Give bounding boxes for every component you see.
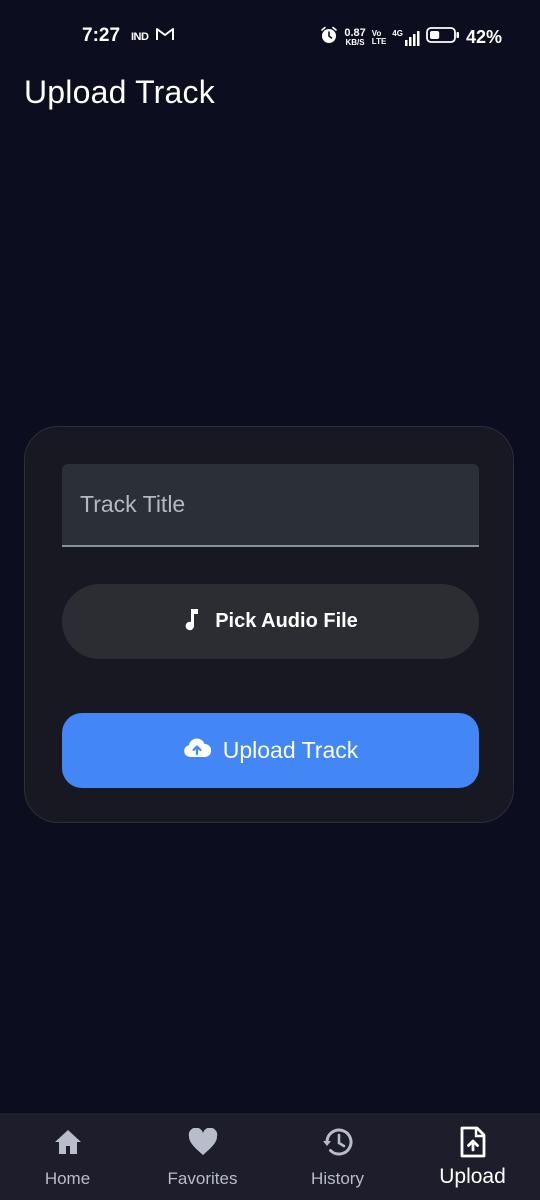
pick-audio-file-button[interactable]: Pick Audio File (62, 584, 479, 659)
net-speed-value: 0.87 (344, 26, 366, 39)
upload-track-label: Upload Track (222, 737, 359, 763)
pick-audio-file-label: Pick Audio File (215, 610, 358, 632)
cloud-upload-icon (183, 737, 211, 764)
status-right-icons: 0.87 KB/S Vo LTE 4G 42% (320, 26, 502, 49)
nav-label-history: History (311, 1169, 364, 1188)
track-title-input[interactable] (62, 464, 479, 545)
heart-icon (186, 1125, 220, 1159)
net-speed-unit: KB/S (345, 37, 365, 47)
nav-item-upload[interactable]: Upload (405, 1113, 540, 1200)
page-title: Upload Track (24, 74, 215, 110)
battery-icon (426, 26, 460, 49)
carrier-label: IND (131, 30, 149, 43)
nav-item-favorites[interactable]: Favorites (135, 1113, 270, 1200)
nav-label-favorites: Favorites (167, 1169, 238, 1188)
battery-percent: 42% (465, 27, 502, 47)
bottom-nav: Home Favorites History Upload (0, 1113, 540, 1200)
nav-item-history[interactable]: History (270, 1113, 405, 1200)
file-upload-icon (456, 1125, 490, 1159)
status-time: 7:27 (82, 25, 121, 46)
network-type: 4G (392, 28, 403, 38)
nav-label-home: Home (44, 1169, 91, 1188)
upload-card: Pick Audio File Upload Track (24, 426, 514, 823)
net-speed: 0.87 KB/S (344, 26, 366, 47)
nav-label-upload: Upload (439, 1165, 506, 1188)
music-note-icon (183, 607, 201, 637)
gmail-icon (156, 27, 175, 46)
nav-item-home[interactable]: Home (0, 1113, 135, 1200)
alarm-icon (320, 26, 338, 49)
home-icon (51, 1125, 85, 1159)
volte-bottom: LTE (371, 36, 387, 46)
upload-track-button[interactable]: Upload Track (62, 713, 479, 788)
track-title-field[interactable] (62, 464, 479, 547)
status-left-icons: IND (131, 27, 175, 46)
signal-icon: 4G (392, 28, 420, 46)
volte-indicator: Vo LTE (371, 29, 387, 46)
status-bar: 7:27 IND 0.87 KB/S Vo LTE 4G 42% (0, 0, 540, 72)
history-icon (321, 1125, 355, 1159)
